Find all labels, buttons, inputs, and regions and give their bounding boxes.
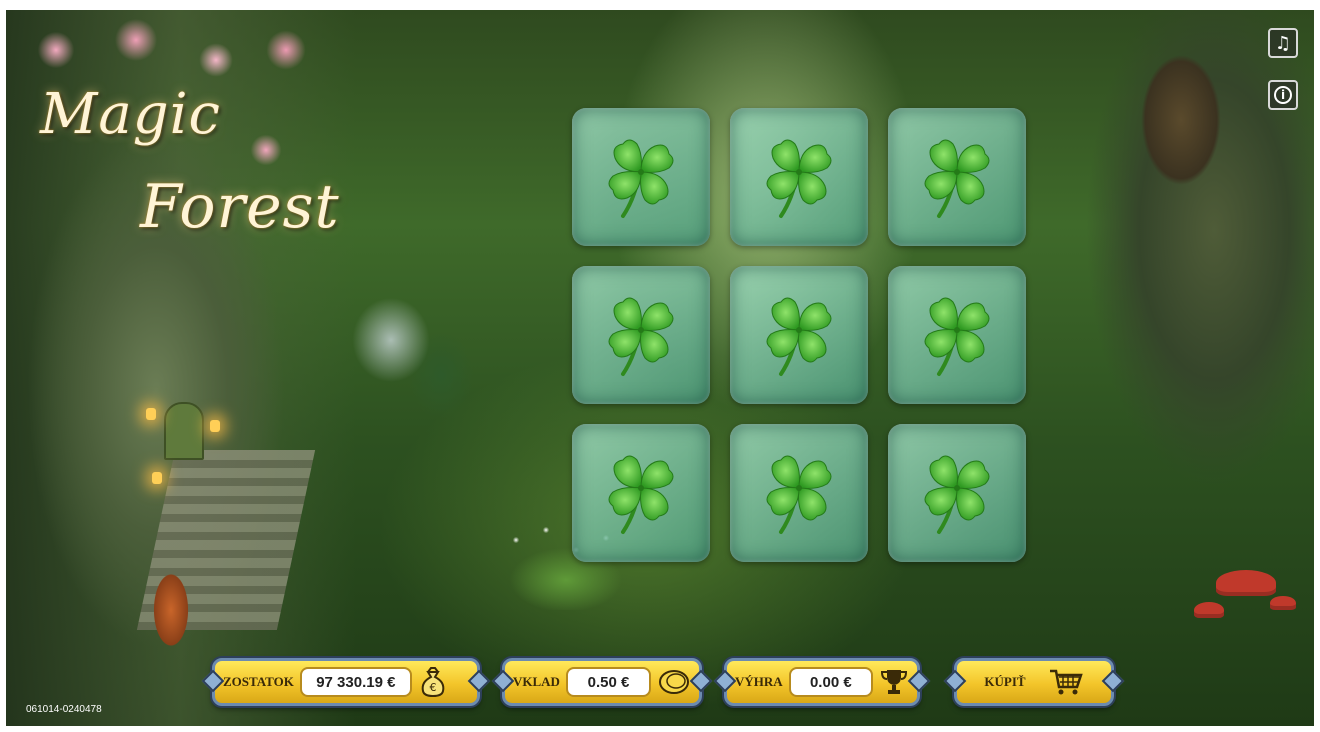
fox xyxy=(146,550,196,660)
mushroom-icon xyxy=(1216,570,1276,596)
scratch-tile[interactable] xyxy=(888,108,1026,246)
lantern-icon xyxy=(152,472,162,484)
clover-icon xyxy=(766,297,832,376)
clover-icon xyxy=(608,297,674,376)
bet-label: VKLAD xyxy=(513,674,560,689)
win-label: VÝHRA xyxy=(735,674,783,689)
scratch-grid xyxy=(572,108,1026,564)
mushroom-icon xyxy=(1270,596,1296,610)
clover-icon xyxy=(924,297,990,376)
tree-fairy xyxy=(1116,20,1246,220)
buy-button[interactable]: KÚPIŤ xyxy=(954,658,1114,706)
svg-text:€: € xyxy=(429,681,436,694)
money-bag-icon: € xyxy=(418,666,448,698)
tree-door xyxy=(164,402,204,460)
win-panel: VÝHRA 0.00 € xyxy=(724,658,920,706)
balance-label: ZOSTATOK xyxy=(223,674,294,689)
scratch-tile[interactable] xyxy=(888,266,1026,404)
balance-value: 97 330.19 € xyxy=(299,667,412,697)
scratch-tile[interactable] xyxy=(572,424,710,562)
logo-line-1: Magic xyxy=(40,82,221,147)
clover-icon xyxy=(924,455,990,534)
scratch-tile[interactable] xyxy=(572,108,710,246)
scratch-tile[interactable] xyxy=(730,424,868,562)
clover-icon xyxy=(766,139,832,218)
scratch-tile[interactable] xyxy=(730,108,868,246)
balance-panel: ZOSTATOK 97 330.19 € € xyxy=(212,658,480,706)
coin-icon xyxy=(657,668,691,696)
clover-icon xyxy=(608,139,674,218)
music-toggle-button[interactable]: ♫ xyxy=(1268,28,1298,58)
ticket-id: 061014-0240478 xyxy=(26,704,102,715)
logo-line-2: Forest xyxy=(140,172,340,242)
cart-icon xyxy=(1048,667,1084,697)
scratch-tile[interactable] xyxy=(730,266,868,404)
buy-label: KÚPIŤ xyxy=(984,674,1026,689)
music-note-icon: ♫ xyxy=(1274,32,1292,54)
info-button[interactable]: i xyxy=(1268,80,1298,110)
lantern-icon xyxy=(210,420,220,432)
bet-panel[interactable]: VKLAD 0.50 € xyxy=(502,658,702,706)
sitting-fairy xyxy=(336,280,496,440)
scratch-tile[interactable] xyxy=(888,424,1026,562)
scratch-tile[interactable] xyxy=(572,266,710,404)
game-scene: Magic Forest ♫ i ZOSTATOK 97 330.19 € € … xyxy=(6,10,1314,726)
bet-value[interactable]: 0.50 € xyxy=(565,667,651,697)
mushroom-icon xyxy=(1194,602,1224,618)
win-value: 0.00 € xyxy=(788,667,873,697)
trophy-icon xyxy=(879,667,909,697)
lantern-icon xyxy=(146,408,156,420)
clover-icon xyxy=(766,455,832,534)
game-logo: Magic Forest xyxy=(40,82,370,282)
info-icon: i xyxy=(1274,86,1292,104)
clover-icon xyxy=(608,455,674,534)
clover-icon xyxy=(924,139,990,218)
